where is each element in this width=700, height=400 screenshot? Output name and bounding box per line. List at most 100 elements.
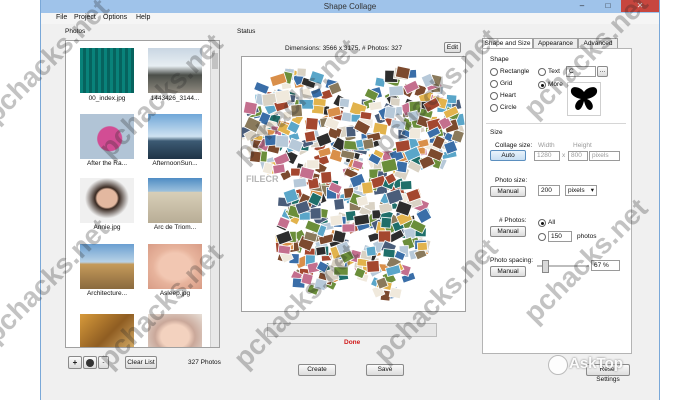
collage-photo-tile xyxy=(388,85,405,97)
photo-thumbnail[interactable] xyxy=(148,114,202,159)
shape-circle-label: Circle xyxy=(500,104,517,111)
spacing-label: Photo spacing: xyxy=(490,257,534,264)
close-button[interactable]: ✕ xyxy=(621,0,659,12)
status-done: Done xyxy=(344,339,361,346)
spacing-manual-button[interactable]: Manual xyxy=(490,266,526,277)
spacing-value-input[interactable]: 67 % xyxy=(591,260,620,271)
collage-photo-tile xyxy=(368,100,383,112)
scrollbar-thumb[interactable] xyxy=(212,53,218,69)
tab-appearance[interactable]: Appearance xyxy=(533,38,578,48)
asktop-logo-icon xyxy=(548,355,568,375)
collage-photo-tile xyxy=(303,130,317,143)
collage-photo-tile xyxy=(333,266,349,276)
photo-thumbnail[interactable] xyxy=(148,178,202,223)
shape-preview[interactable] xyxy=(567,82,601,116)
collage-size-auto-button[interactable]: Auto xyxy=(490,150,526,161)
progress-bar xyxy=(267,323,437,337)
photo-thumbnail[interactable] xyxy=(148,314,202,347)
collage-photo-tile xyxy=(382,248,396,259)
font-picker-button[interactable]: ... xyxy=(597,66,608,77)
shape-circle-radio[interactable] xyxy=(490,104,498,112)
collage-preview xyxy=(237,56,466,312)
shape-more-label: More xyxy=(548,81,563,88)
collage-photo-tile xyxy=(320,171,333,184)
num-photos-input[interactable]: 150 xyxy=(548,231,572,242)
add-photos-button[interactable]: + xyxy=(68,356,82,369)
shape-heart-radio[interactable] xyxy=(490,92,498,100)
photo-list[interactable]: 00_index.jpg 1443426_3144... After the R… xyxy=(65,40,220,348)
collage-photo-tile xyxy=(380,216,392,229)
photo-size-unit-select[interactable]: pixels ▾ xyxy=(565,185,597,196)
size-unit-select[interactable]: pixels xyxy=(589,151,620,161)
collage-photo-tile xyxy=(362,138,375,151)
size-label: Size xyxy=(490,129,503,136)
photo-thumbnail[interactable] xyxy=(80,178,134,223)
shape-label: Shape xyxy=(490,56,509,63)
photo-size-input[interactable]: 200 xyxy=(538,185,560,196)
photos-label: Photos xyxy=(65,28,86,35)
remove-photo-button[interactable]: - xyxy=(98,356,109,369)
collage-photo-tile xyxy=(249,150,262,164)
create-button[interactable]: Create xyxy=(298,364,336,376)
shape-text-input[interactable]: C xyxy=(566,66,596,77)
photo-thumbnail[interactable] xyxy=(80,314,134,347)
menu-file[interactable]: File xyxy=(56,14,67,21)
minimize-button[interactable]: – xyxy=(569,0,595,12)
shape-heart-label: Heart xyxy=(500,92,516,99)
collage-photo-tile xyxy=(416,241,428,252)
collage-photo-tile xyxy=(253,81,270,95)
photo-caption: 00_index.jpg xyxy=(88,95,126,102)
chevron-down-icon: ▾ xyxy=(590,187,594,194)
butterfly-icon xyxy=(570,87,598,110)
num-photos-manual-button[interactable]: Manual xyxy=(490,226,526,237)
photo-size-manual-button[interactable]: Manual xyxy=(490,186,526,197)
collage-photo-tile xyxy=(394,65,411,80)
collage-photo-tile xyxy=(312,97,327,107)
spacing-slider-thumb[interactable] xyxy=(541,260,549,273)
width-input[interactable]: 1280 xyxy=(534,151,560,161)
menu-options[interactable]: Options xyxy=(103,14,127,21)
photo-thumbnail[interactable] xyxy=(80,48,134,93)
add-folder-button[interactable] xyxy=(83,356,97,369)
title-bar: Shape Collage – □ ✕ xyxy=(41,0,659,13)
photo-thumbnail[interactable] xyxy=(148,244,202,289)
photo-caption: Asleep.jpg xyxy=(159,290,191,297)
clear-list-button[interactable]: Clear List xyxy=(125,356,157,369)
collage-photo-tile xyxy=(300,86,313,100)
asktop-watermark: AskTop xyxy=(569,355,623,372)
photo-caption: Annie.jpg xyxy=(93,224,121,231)
divider xyxy=(486,123,626,124)
tab-advanced[interactable]: Advanced xyxy=(578,38,618,48)
shape-rectangle-radio[interactable] xyxy=(490,68,498,76)
menu-help[interactable]: Help xyxy=(136,14,150,21)
window-title: Shape Collage xyxy=(323,2,377,11)
menu-project[interactable]: Project xyxy=(74,14,96,21)
num-photos-custom-radio[interactable] xyxy=(538,233,546,241)
shape-grid-radio[interactable] xyxy=(490,80,498,88)
menu-bar: File Project Options Help xyxy=(41,13,659,24)
collage-size-label: Collage size: xyxy=(495,142,533,149)
photo-count: 327 Photos xyxy=(188,359,221,366)
photo-list-scrollbar[interactable] xyxy=(210,41,219,347)
height-input[interactable]: 800 xyxy=(568,151,588,161)
photo-thumbnail[interactable] xyxy=(80,114,134,159)
save-button[interactable]: Save xyxy=(366,364,404,376)
edit-button[interactable]: Edit xyxy=(444,42,461,53)
collage-photo-tile xyxy=(329,214,344,227)
shape-text-label: Text xyxy=(548,68,560,75)
collage-photo-tile xyxy=(383,105,397,120)
filecr-watermark: FILECR xyxy=(246,174,279,184)
collage-photo-tile xyxy=(341,223,356,233)
maximize-button[interactable]: □ xyxy=(595,0,621,12)
shape-text-radio[interactable] xyxy=(538,68,546,76)
num-photos-all-label: All xyxy=(548,219,556,226)
globe-icon xyxy=(86,359,94,367)
num-photos-all-radio[interactable] xyxy=(538,219,546,227)
photo-thumbnail[interactable] xyxy=(148,48,202,93)
collage-photo-tile xyxy=(355,195,370,208)
collage-photo-tile xyxy=(315,245,327,257)
collage-photo-tile xyxy=(366,260,380,273)
shape-more-radio[interactable] xyxy=(538,81,546,89)
collage-photo-tile xyxy=(290,103,303,118)
photo-thumbnail[interactable] xyxy=(80,244,134,289)
